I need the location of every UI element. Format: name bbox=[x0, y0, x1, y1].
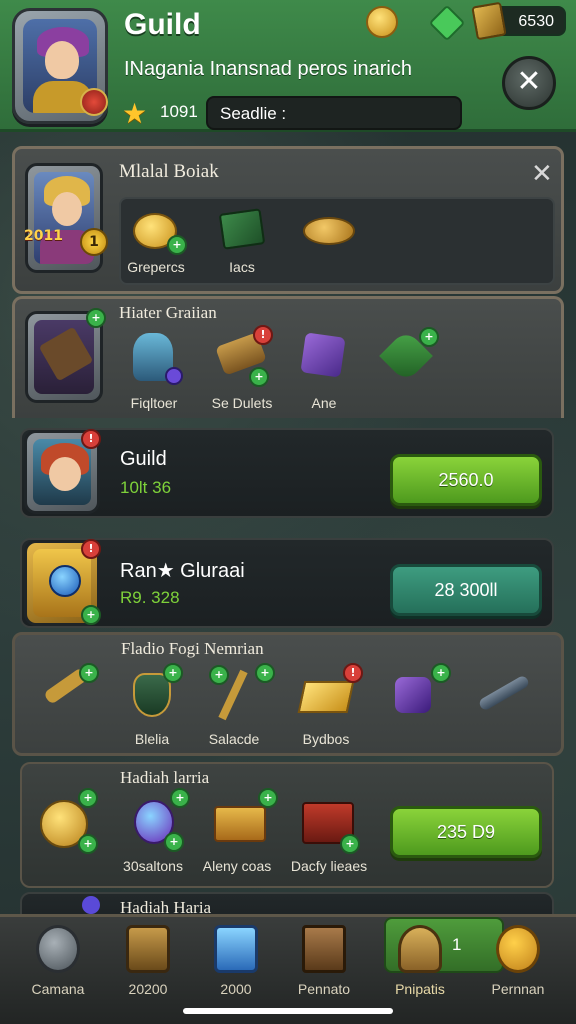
plus-badge-icon: + bbox=[255, 663, 275, 683]
gold-orb-item[interactable]: + + bbox=[38, 788, 98, 854]
gold-coins-item[interactable]: + bbox=[131, 205, 187, 259]
currency-value: 6530 bbox=[518, 13, 554, 30]
alert-badge-icon: ! bbox=[253, 325, 273, 345]
chest-item[interactable]: + bbox=[300, 794, 360, 854]
panel1-title: Mlalal Boiak bbox=[119, 161, 219, 182]
hero-level-badge: 1 bbox=[80, 228, 108, 256]
plus-badge-icon: + bbox=[86, 308, 106, 328]
active-tab-count: 1 bbox=[452, 935, 462, 954]
plus-badge-icon: + bbox=[249, 367, 269, 387]
crystal-icon bbox=[214, 925, 258, 973]
badge-icon bbox=[398, 925, 442, 973]
settings-icon bbox=[36, 925, 80, 973]
search-input[interactable]: Seadlie : bbox=[206, 96, 462, 130]
rank-row[interactable]: ! + Ran★ Gluraai R9. 328 28 300ll bbox=[20, 538, 554, 628]
nav-item-crystal[interactable]: 2000 bbox=[188, 917, 284, 1017]
panel3-title: Fladio Fogi Nemrian bbox=[121, 639, 264, 658]
rank-portrait: ! + bbox=[24, 539, 101, 626]
item-label: Iacs bbox=[229, 259, 255, 275]
crossbow-item[interactable]: + bbox=[39, 663, 99, 723]
panel2-title: Hiater Graiian bbox=[119, 303, 217, 322]
item-label: Ane bbox=[311, 395, 337, 411]
plus-badge-icon: + bbox=[419, 327, 439, 347]
header-bar: Guild 6530 INagania Inansnad peros inari… bbox=[0, 0, 576, 132]
coin-stack-item[interactable] bbox=[303, 205, 357, 259]
plus-badge-icon: + bbox=[78, 834, 98, 854]
plus-badge-icon: + bbox=[431, 663, 451, 683]
trident-item[interactable]: + + bbox=[209, 663, 275, 723]
item-label: Bydbos bbox=[302, 731, 350, 747]
sun-icon bbox=[496, 925, 540, 973]
rank-row-value: R9. 328 bbox=[120, 588, 180, 607]
panel-mlalal: 2011 1 Mlalal Boiak ✕ + Grepercs Iacs bbox=[12, 146, 564, 294]
guild-row-value: 10lt 36 bbox=[120, 478, 172, 497]
door-icon bbox=[302, 925, 346, 973]
alert-badge-icon: ! bbox=[343, 663, 363, 683]
purple-cube-item[interactable] bbox=[297, 329, 351, 383]
gold-bar-icon bbox=[471, 1, 507, 41]
plus-badge-icon: + bbox=[79, 663, 99, 683]
plus-badge-icon: + bbox=[167, 235, 187, 255]
nav-item-shield[interactable]: 20200 bbox=[100, 917, 196, 1017]
ice-mage-item[interactable] bbox=[127, 329, 183, 385]
hero-level-label: 2011 bbox=[24, 228, 63, 244]
panel-close-icon[interactable]: ✕ bbox=[531, 159, 553, 189]
nav-item-pennato[interactable]: Pennato bbox=[276, 917, 372, 1017]
shield-icon bbox=[126, 925, 170, 973]
plus-badge-icon: + bbox=[164, 832, 184, 852]
rank-claim-button[interactable]: 28 300ll bbox=[390, 564, 542, 616]
item-label: Dacfy lieaes bbox=[290, 858, 368, 874]
green-leaf-item[interactable]: + bbox=[379, 327, 439, 383]
hadiah-claim-button[interactable]: 235 D9 bbox=[390, 806, 542, 858]
plus-badge-icon: + bbox=[340, 834, 360, 854]
guild-row[interactable]: ! Guild 10lt 36 2560.0 bbox=[20, 428, 554, 518]
plus-badge-icon: + bbox=[78, 788, 98, 808]
treasure-item[interactable]: + bbox=[212, 788, 278, 848]
guild-claim-button[interactable]: 2560.0 bbox=[390, 454, 542, 506]
scroll-item[interactable] bbox=[217, 205, 271, 259]
coin-icon[interactable] bbox=[366, 6, 398, 38]
plus-badge-icon: + bbox=[81, 605, 101, 625]
currency-counter[interactable]: 6530 bbox=[471, 1, 566, 41]
alert-badge-icon: ! bbox=[81, 429, 101, 449]
plus-badge-icon: + bbox=[209, 665, 229, 685]
cannon-item[interactable]: ! + bbox=[215, 325, 273, 387]
close-button[interactable]: ✕ bbox=[502, 56, 556, 110]
star-count: 1091 bbox=[160, 102, 198, 121]
purple-gem-item[interactable]: + bbox=[387, 663, 451, 723]
gold-bar-item[interactable]: ! bbox=[297, 663, 363, 723]
hero-portrait[interactable]: 2011 1 bbox=[24, 163, 108, 273]
panel4-title: Hadiah larria bbox=[120, 768, 210, 787]
rank-row-name: Ran★ Gluraai bbox=[120, 560, 245, 582]
hammer-portrait[interactable]: + bbox=[25, 308, 106, 403]
search-text: Seadlie : bbox=[220, 104, 287, 123]
plus-badge-icon: + bbox=[258, 788, 278, 808]
emblem-icon bbox=[80, 88, 108, 116]
plus-badge-icon: + bbox=[163, 663, 183, 683]
home-indicator[interactable] bbox=[183, 1008, 393, 1014]
panel-fladio: Fladio Fogi Nemrian + + Blelia + + Salac… bbox=[12, 632, 564, 756]
nav-item-pernnan[interactable]: Pernnan bbox=[470, 917, 566, 1017]
shield-item[interactable]: + bbox=[125, 663, 183, 723]
star-icon: ★ bbox=[122, 97, 148, 130]
telescope-item[interactable] bbox=[477, 669, 531, 723]
page-title: Guild bbox=[124, 8, 201, 41]
panel-hadiah: Hadiah larria + + + + 30saltons + Aleny … bbox=[20, 762, 554, 888]
guild-hero-portrait: ! bbox=[24, 429, 101, 514]
crystal-item[interactable]: + + bbox=[126, 788, 190, 852]
guild-subtitle: INagania Inansnad peros inarich bbox=[124, 58, 412, 80]
alert-badge-icon: ! bbox=[81, 539, 101, 559]
guild-row-name: Guild bbox=[120, 448, 167, 470]
nav-item-camana[interactable]: Camana bbox=[10, 917, 106, 1017]
gem-icon[interactable] bbox=[430, 6, 462, 38]
plus-badge-icon: + bbox=[170, 788, 190, 808]
nav-item-pnipatis[interactable]: 1 Pnipatis bbox=[372, 917, 468, 1017]
orb-icon bbox=[82, 896, 100, 914]
panel-hiater: + Hiater Graiian Fiqltoer ! + Se Dulets … bbox=[12, 296, 564, 418]
